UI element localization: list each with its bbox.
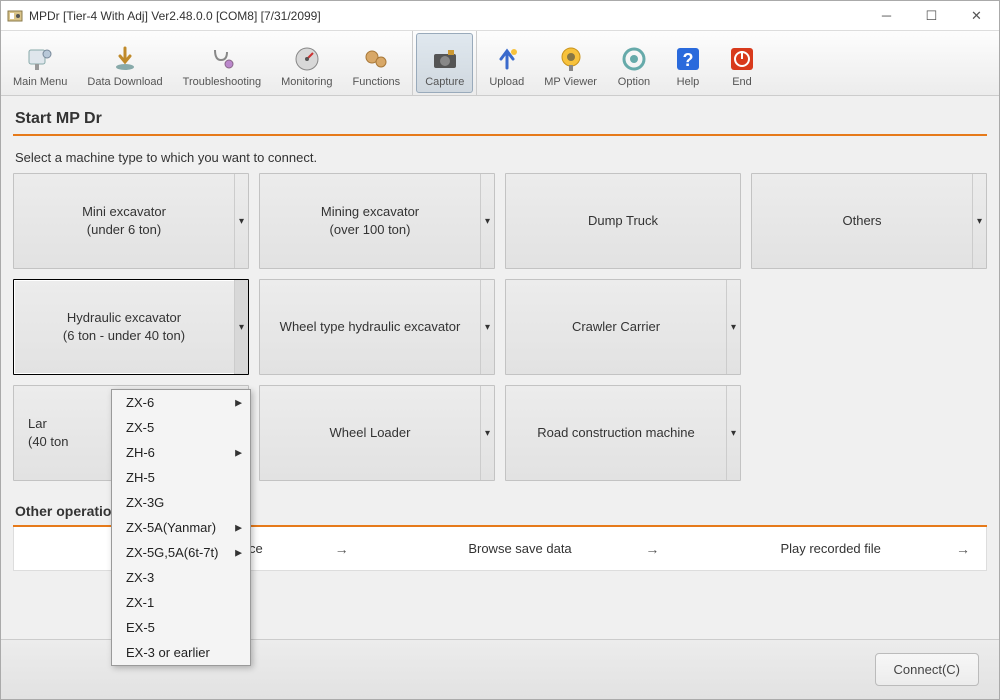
viewer-icon [556, 44, 586, 74]
machine-others[interactable]: Others ▾ [751, 173, 987, 269]
machine-mining-excavator[interactable]: Mining excavator(over 100 ton) ▾ [259, 173, 495, 269]
window-controls: ─ ☐ ✕ [864, 1, 999, 30]
data-download-label: Data Download [87, 76, 162, 88]
dropdown-item[interactable]: EX-3 or earlier [112, 640, 250, 665]
other-op-play-recorded-file[interactable]: Play recorded file [675, 541, 986, 556]
option-gear-icon [619, 44, 649, 74]
capture-label: Capture [425, 76, 464, 88]
machine-hydraulic-excavator[interactable]: Hydraulic excavator(6 ton - under 40 ton… [13, 279, 249, 375]
main-menu-label: Main Menu [13, 76, 67, 88]
mp-viewer-label: MP Viewer [544, 76, 597, 88]
stethoscope-icon [207, 44, 237, 74]
chevron-down-icon[interactable]: ▾ [726, 280, 740, 374]
connect-button[interactable]: Connect(C) [875, 653, 979, 686]
window-title: MPDr [Tier-4 With Adj] Ver2.48.0.0 [COM8… [29, 9, 864, 23]
dropdown-item[interactable]: EX-5 [112, 615, 250, 640]
machine-road-construction[interactable]: Road construction machine ▾ [505, 385, 741, 481]
other-op-browse-save-data[interactable]: Browse save data [365, 541, 676, 556]
dropdown-item[interactable]: ZH-6 [112, 440, 250, 465]
dropdown-item[interactable]: ZX-5 [112, 415, 250, 440]
capture-button[interactable]: Capture [416, 33, 473, 93]
close-button[interactable]: ✕ [954, 1, 999, 30]
titlebar: MPDr [Tier-4 With Adj] Ver2.48.0.0 [COM8… [1, 1, 999, 31]
help-icon: ? [673, 44, 703, 74]
chevron-down-icon[interactable]: ▾ [234, 174, 248, 268]
functions-label: Functions [352, 76, 400, 88]
chevron-down-icon[interactable]: ▾ [480, 174, 494, 268]
machine-mini-excavator[interactable]: Mini excavator(under 6 ton) ▾ [13, 173, 249, 269]
chevron-down-icon[interactable]: ▾ [726, 386, 740, 480]
chevron-down-icon[interactable]: ▾ [972, 174, 986, 268]
main-menu-icon [25, 44, 55, 74]
functions-button[interactable]: Functions [343, 33, 409, 93]
instruction-text: Select a machine type to which you want … [13, 150, 987, 165]
machine-wheel-loader[interactable]: Wheel Loader ▾ [259, 385, 495, 481]
monitoring-label: Monitoring [281, 76, 332, 88]
download-icon [110, 44, 140, 74]
dropdown-item[interactable]: ZX-5G,5A(6t-7t) [112, 540, 250, 565]
app-icon [7, 8, 23, 24]
troubleshooting-button[interactable]: Troubleshooting [174, 33, 270, 93]
upload-icon [492, 44, 522, 74]
chevron-down-icon[interactable]: ▾ [480, 386, 494, 480]
minimize-button[interactable]: ─ [864, 1, 909, 30]
dropdown-item[interactable]: ZX-1 [112, 590, 250, 615]
power-icon [727, 44, 757, 74]
upload-button[interactable]: Upload [480, 33, 533, 93]
camera-icon [430, 44, 460, 74]
chevron-down-icon[interactable]: ▾ [480, 280, 494, 374]
troubleshooting-label: Troubleshooting [183, 76, 261, 88]
maximize-button[interactable]: ☐ [909, 1, 954, 30]
dropdown-item[interactable]: ZH-5 [112, 465, 250, 490]
end-label: End [732, 76, 752, 88]
dropdown-item[interactable]: ZX-5A(Yanmar) [112, 515, 250, 540]
option-button[interactable]: Option [608, 33, 660, 93]
dropdown-item[interactable]: ZX-3G [112, 490, 250, 515]
chevron-down-icon[interactable]: ▾ [234, 280, 248, 374]
option-label: Option [618, 76, 650, 88]
help-label: Help [677, 76, 700, 88]
gears-icon [361, 44, 391, 74]
help-button[interactable]: ? Help [662, 33, 714, 93]
gauge-icon [292, 44, 322, 74]
dropdown-item[interactable]: ZX-6 [112, 390, 250, 415]
toolbar: Main Menu Data Download Troubleshooting … [1, 31, 999, 96]
monitoring-button[interactable]: Monitoring [272, 33, 341, 93]
app-window: MPDr [Tier-4 With Adj] Ver2.48.0.0 [COM8… [0, 0, 1000, 700]
machine-crawler-carrier[interactable]: Crawler Carrier ▾ [505, 279, 741, 375]
hydraulic-excavator-dropdown[interactable]: ZX-6ZX-5ZH-6ZH-5ZX-3GZX-5A(Yanmar)ZX-5G,… [111, 389, 251, 666]
dropdown-item[interactable]: ZX-3 [112, 565, 250, 590]
machine-dump-truck[interactable]: Dump Truck [505, 173, 741, 269]
upload-label: Upload [489, 76, 524, 88]
svg-text:?: ? [682, 50, 693, 70]
end-button[interactable]: End [716, 33, 768, 93]
main-menu-button[interactable]: Main Menu [4, 33, 76, 93]
machine-wheel-hydraulic-excavator[interactable]: Wheel type hydraulic excavator ▾ [259, 279, 495, 375]
mp-viewer-button[interactable]: MP Viewer [535, 33, 606, 93]
page-title: Start MP Dr [13, 106, 987, 136]
data-download-button[interactable]: Data Download [78, 33, 171, 93]
